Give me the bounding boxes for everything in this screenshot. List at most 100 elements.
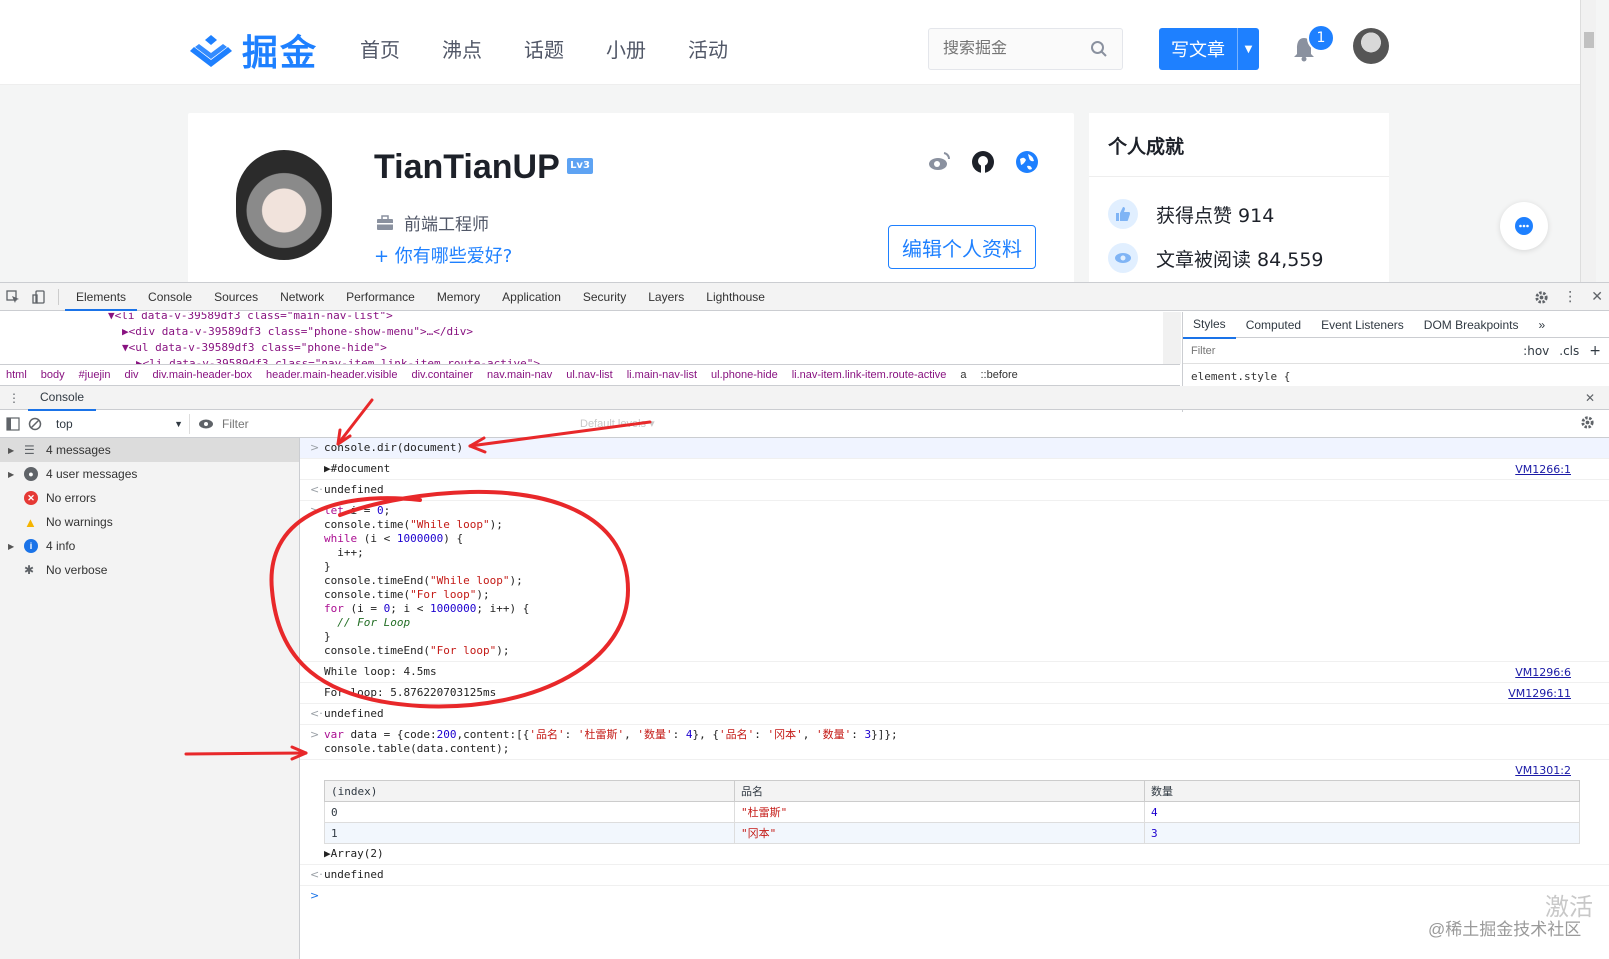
elements-scrollbar[interactable]: [1163, 312, 1181, 364]
nav-item-topics[interactable]: 话题: [524, 34, 564, 63]
more-options-icon[interactable]: ⋮: [1563, 289, 1577, 305]
close-icon[interactable]: ✕: [1591, 289, 1603, 305]
tab-application[interactable]: Application: [491, 283, 572, 311]
breadcrumb-item[interactable]: body: [41, 369, 65, 381]
sidebar-item-warnings[interactable]: ▲ No warnings: [0, 510, 299, 534]
drawer-close-icon[interactable]: ✕: [1585, 391, 1595, 405]
juejin-logo[interactable]: 掘金: [188, 24, 318, 76]
inspect-element-icon[interactable]: [0, 283, 26, 311]
expand-arrow-icon[interactable]: ▶: [8, 446, 16, 455]
sidebar-toggle-icon[interactable]: [6, 416, 20, 431]
tab-memory[interactable]: Memory: [426, 283, 491, 311]
sidebar-item-user-messages[interactable]: ▶ ● 4 user messages: [0, 462, 299, 486]
console-input-entry[interactable]: > var data = {code:200,content:[{'品名': '…: [300, 725, 1609, 760]
tab-event-listeners[interactable]: Event Listeners: [1311, 312, 1414, 338]
sidebar-item-info[interactable]: ▶ i 4 info: [0, 534, 299, 558]
globe-icon[interactable]: [1015, 150, 1039, 174]
dom-node[interactable]: ▼<ul data-v-39589df3 class="phone-hide">: [0, 340, 1180, 356]
breadcrumb-item[interactable]: div.container: [411, 369, 473, 381]
tab-layers[interactable]: Layers: [637, 283, 695, 311]
achievement-reads: 文章被阅读 84,559: [1108, 243, 1324, 273]
gear-icon[interactable]: [1534, 290, 1549, 305]
breadcrumb-item[interactable]: li.nav-item.link-item.route-active: [792, 369, 947, 381]
tab-console[interactable]: Console: [137, 283, 203, 311]
github-icon[interactable]: [971, 150, 995, 174]
tab-lighthouse[interactable]: Lighthouse: [695, 283, 776, 311]
edit-profile-button[interactable]: 编辑个人资料: [888, 225, 1036, 269]
breadcrumb-item[interactable]: li.main-nav-list: [627, 369, 697, 381]
tab-sources[interactable]: Sources: [203, 283, 269, 311]
source-link[interactable]: VM1296:6: [1515, 666, 1571, 679]
table-header-row: (index) 品名 数量: [324, 780, 1580, 802]
nav-item-pins[interactable]: 沸点: [442, 34, 482, 63]
expand-arrow-icon[interactable]: ▶: [8, 542, 16, 551]
console-output-entry[interactable]: ▶#document VM1266:1: [300, 459, 1609, 480]
table-header[interactable]: (index): [324, 780, 735, 802]
cls-toggle[interactable]: .cls: [1559, 344, 1579, 358]
breadcrumb-item[interactable]: nav.main-nav: [487, 369, 552, 381]
tab-computed[interactable]: Computed: [1236, 312, 1311, 338]
breadcrumb-item[interactable]: html: [6, 369, 27, 381]
console-filter-input[interactable]: [222, 416, 552, 431]
breadcrumb-item[interactable]: ul.nav-list: [566, 369, 612, 381]
more-tabs-icon[interactable]: »: [1528, 312, 1555, 338]
add-rule-icon[interactable]: +: [1589, 343, 1601, 359]
chat-float-button[interactable]: [1500, 202, 1548, 250]
dom-node[interactable]: ▶<li data-v-39589df3 class="nav-item lin…: [0, 356, 1180, 364]
console-object[interactable]: ▶#document: [324, 462, 1609, 476]
write-article-button[interactable]: 写文章 ▼: [1159, 28, 1259, 70]
hov-toggle[interactable]: :hov: [1523, 344, 1549, 358]
search-box[interactable]: [928, 28, 1123, 70]
console-prompt[interactable]: >: [300, 886, 1609, 906]
table-header[interactable]: 数量: [1144, 780, 1580, 802]
clear-console-icon[interactable]: [28, 417, 42, 431]
table-header[interactable]: 品名: [734, 780, 1145, 802]
level-badge: Lv3: [567, 158, 593, 174]
console-input-entry[interactable]: > console.dir(document): [300, 438, 1609, 459]
source-link[interactable]: VM1266:1: [1515, 463, 1571, 476]
context-selector[interactable]: top ▼: [50, 413, 190, 434]
breadcrumb-item[interactable]: header.main-header.visible: [266, 369, 397, 381]
drawer-tab-console[interactable]: Console: [28, 385, 97, 411]
nav-item-home[interactable]: 首页: [360, 34, 400, 63]
weibo-icon[interactable]: [927, 150, 951, 172]
live-expression-eye-icon[interactable]: [198, 418, 214, 430]
user-avatar[interactable]: [1353, 28, 1389, 64]
tab-dom-breakpoints[interactable]: DOM Breakpoints: [1414, 312, 1529, 338]
sidebar-item-verbose[interactable]: ✱ No verbose: [0, 558, 299, 582]
sidebar-item-errors[interactable]: ✕ No errors: [0, 486, 299, 510]
search-icon[interactable]: [1090, 40, 1108, 58]
console-input-entry[interactable]: > let i = 0; console.time("While loop");…: [300, 501, 1609, 662]
chevron-down-icon[interactable]: ▼: [1237, 28, 1259, 70]
tab-styles[interactable]: Styles: [1183, 311, 1236, 339]
log-levels-dropdown[interactable]: Default levels ▾: [580, 417, 655, 430]
breadcrumb-item[interactable]: a: [960, 369, 966, 381]
sidebar-item-messages[interactable]: ▶ ☰ 4 messages: [0, 438, 299, 462]
source-link[interactable]: VM1296:11: [1508, 687, 1571, 700]
device-toolbar-icon[interactable]: [26, 283, 52, 311]
expand-arrow-icon[interactable]: ▶: [8, 470, 16, 479]
nav-item-events[interactable]: 活动: [688, 34, 728, 63]
dom-node[interactable]: ▶<div data-v-39589df3 class="phone-show-…: [0, 324, 1180, 340]
tab-security[interactable]: Security: [572, 283, 637, 311]
tab-network[interactable]: Network: [269, 283, 335, 311]
search-input[interactable]: [943, 40, 1083, 58]
breadcrumb-item[interactable]: ::before: [980, 369, 1017, 381]
profile-hobby-link[interactable]: + 你有哪些爱好?: [374, 242, 512, 268]
page-scrollbar-thumb[interactable]: [1584, 32, 1594, 48]
breadcrumb-item[interactable]: ul.phone-hide: [711, 369, 778, 381]
breadcrumb-item[interactable]: div: [124, 369, 138, 381]
breadcrumb-item[interactable]: #juejin: [79, 369, 111, 381]
console-settings-gear-icon[interactable]: [1580, 415, 1595, 433]
bug-icon: ✱: [24, 563, 35, 577]
styles-filter-input[interactable]: [1191, 344, 1514, 357]
tab-performance[interactable]: Performance: [335, 283, 426, 311]
source-link[interactable]: VM1301:2: [1515, 764, 1571, 777]
nav-item-books[interactable]: 小册: [606, 34, 646, 63]
console-object[interactable]: ▶Array(2): [324, 847, 1609, 861]
page-scrollbar[interactable]: [1580, 0, 1596, 282]
drawer-menu-icon[interactable]: ⋮: [0, 391, 28, 405]
breadcrumb-item[interactable]: div.main-header-box: [153, 369, 252, 381]
dom-node[interactable]: ▼<li data-v-39589df3 class="main-nav-lis…: [0, 312, 1180, 324]
tab-elements[interactable]: Elements: [65, 283, 138, 311]
